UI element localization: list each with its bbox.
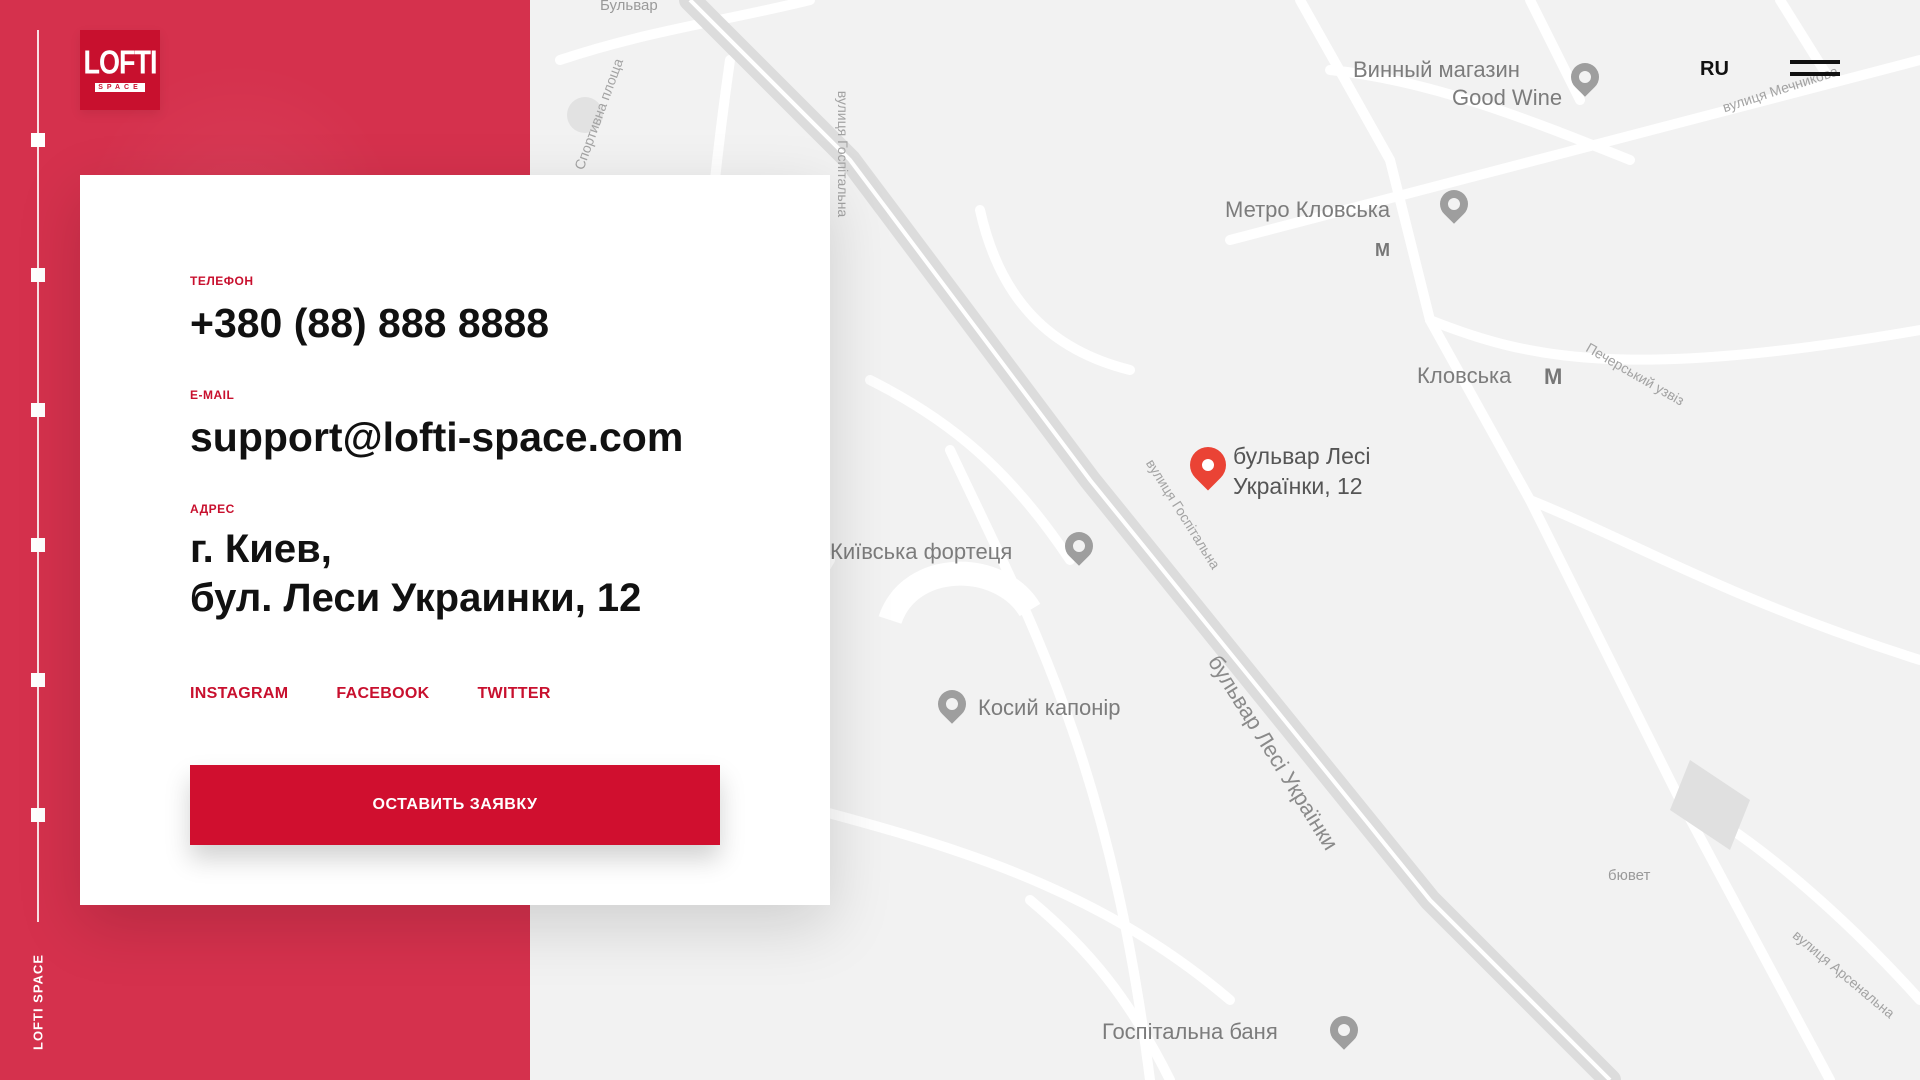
map-label-bath: Госпітальна баня	[1102, 1019, 1278, 1044]
vertical-brand-text: LOFTI SPACE	[30, 954, 46, 1050]
slide-dot[interactable]	[31, 403, 45, 417]
map-label-klovska: Кловська	[1417, 363, 1512, 388]
slide-dot[interactable]	[31, 673, 45, 687]
burger-line	[1790, 60, 1840, 64]
map-label-boulevard-top: Бульвар	[600, 0, 658, 14]
twitter-link[interactable]: TWITTER	[477, 685, 550, 703]
map-label-bjuvet: бювет	[1608, 867, 1651, 884]
map-label-marker-2: Українки, 12	[1233, 473, 1363, 499]
phone-label: ТЕЛЕФОН	[190, 274, 254, 288]
hamburger-menu-icon[interactable]	[1790, 60, 1840, 80]
social-links: INSTAGRAM FACEBOOK TWITTER	[190, 685, 551, 703]
phone-value[interactable]: +380 (88) 888 8888	[190, 300, 549, 347]
map-label-fortress: Київська фортеця	[830, 539, 1013, 564]
email-value[interactable]: support@lofti-space.com	[190, 414, 683, 461]
logo-main-text: LOFTI	[83, 42, 158, 81]
burger-line	[1790, 72, 1840, 76]
slide-dot[interactable]	[31, 538, 45, 552]
submit-request-button[interactable]: ОСТАВИТЬ ЗАЯВКУ	[190, 765, 720, 845]
contact-card: ТЕЛЕФОН +380 (88) 888 8888 E-MAIL suppor…	[80, 175, 830, 905]
map-label-marker-1: бульвар Лесі	[1233, 443, 1371, 469]
metro-m-icon: M	[1375, 240, 1390, 260]
instagram-link[interactable]: INSTAGRAM	[190, 685, 288, 703]
address-line-1: г. Киев,	[190, 527, 332, 571]
slide-dot[interactable]	[31, 133, 45, 147]
language-switch[interactable]: RU	[1700, 58, 1729, 81]
map-label-metro-klovska: Метро Кловська	[1225, 197, 1391, 222]
map-label-caponier: Косий капонір	[978, 695, 1121, 720]
slide-dot[interactable]	[31, 268, 45, 282]
facebook-link[interactable]: FACEBOOK	[336, 685, 429, 703]
map-label-street-left: вулиця Госпітальна	[835, 90, 852, 218]
map-label-wine-shop: Винный магазин	[1353, 57, 1520, 82]
slide-progress-line	[37, 30, 39, 922]
map-label-wine-shop-sub: Good Wine	[1452, 85, 1563, 110]
slide-dot-active[interactable]	[31, 808, 45, 822]
address-line-2: бул. Леси Украинки, 12	[190, 576, 642, 620]
logo[interactable]: LOFTI SPACE	[80, 30, 160, 110]
email-label: E-MAIL	[190, 388, 235, 402]
logo-sub-text: SPACE	[95, 82, 145, 92]
address-label: АДРЕС	[190, 502, 235, 516]
klovska-metro-icon: M	[1544, 364, 1563, 389]
